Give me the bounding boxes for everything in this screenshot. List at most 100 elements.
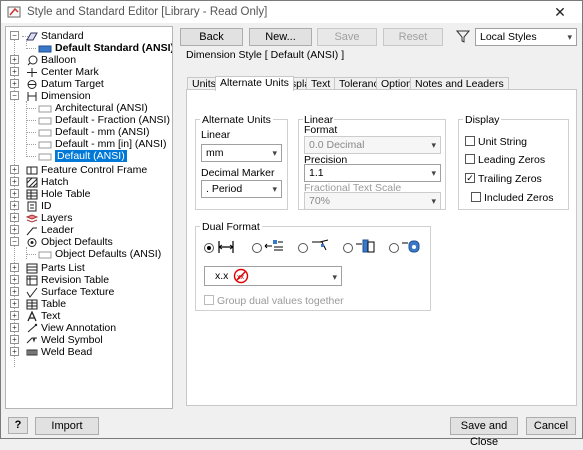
expand-icon[interactable]: + xyxy=(10,347,19,356)
tree-label: Hatch xyxy=(41,176,69,188)
expand-icon[interactable]: + xyxy=(10,79,19,88)
dimension-rounded-icon xyxy=(401,238,421,254)
tree-item-dim-child[interactable]: Architectural (ANSI) xyxy=(22,102,148,114)
filter-icon[interactable] xyxy=(456,30,470,43)
tree-label: Dimension xyxy=(41,90,91,102)
collapse-icon[interactable]: − xyxy=(10,237,19,246)
tree-item-layers[interactable]: + Layers xyxy=(8,212,73,224)
expand-icon[interactable]: + xyxy=(10,311,19,320)
tree-item-datum-target[interactable]: + Datum Target xyxy=(8,78,104,90)
cancel-button[interactable]: Cancel xyxy=(526,417,576,435)
tree-item-hatch[interactable]: + Hatch xyxy=(8,176,68,188)
collapse-icon[interactable]: − xyxy=(10,91,19,100)
tab-alternate-units[interactable]: Alternate Units xyxy=(215,76,294,91)
expand-icon[interactable]: + xyxy=(10,55,19,64)
tree-item-surface-texture[interactable]: + Surface Texture xyxy=(8,286,114,298)
expand-icon[interactable]: + xyxy=(10,225,19,234)
window-title: Style and Standard Editor [Library - Rea… xyxy=(27,6,268,18)
expand-icon[interactable]: + xyxy=(10,323,19,332)
tree-label: Text xyxy=(41,310,61,322)
dual-format-radio-5[interactable] xyxy=(389,243,399,253)
import-button[interactable]: Import xyxy=(35,417,99,435)
expand-icon[interactable]: + xyxy=(10,287,19,296)
expand-icon[interactable]: + xyxy=(10,263,19,272)
expand-icon[interactable]: + xyxy=(10,67,19,76)
tree-item-parts-list[interactable]: + Parts List xyxy=(8,262,85,274)
tree-label: ID xyxy=(41,200,52,212)
tree-item-dim-child[interactable]: Default - Fraction (ANSI) xyxy=(22,114,170,126)
tree-item-balloon[interactable]: + Balloon xyxy=(8,54,76,66)
expand-icon[interactable]: + xyxy=(10,189,19,198)
tree-item-dimension[interactable]: − Dimension xyxy=(8,90,91,102)
format-select[interactable]: 0.0 Decimal ▾ xyxy=(304,136,441,154)
fractional-scale-select[interactable]: 70% ▾ xyxy=(304,192,441,210)
tree-item-dim-child[interactable]: Default - mm [in] (ANSI) xyxy=(22,138,166,150)
trailing-zeros-checkbox[interactable]: ✓ xyxy=(465,173,475,183)
object-defaults-icon xyxy=(26,237,38,248)
tree-label: Hole Table xyxy=(41,188,91,200)
tree-label: Default Standard (ANSI) xyxy=(55,42,173,54)
tree-item-view-annotation[interactable]: + View Annotation xyxy=(8,322,116,334)
tree-item-revision-table[interactable]: + Revision Table xyxy=(8,274,109,286)
save-button[interactable]: Save xyxy=(317,28,377,46)
group-dual-checkbox[interactable] xyxy=(204,295,214,305)
tree-label: Standard xyxy=(41,30,84,42)
close-icon[interactable]: ✕ xyxy=(538,1,582,23)
tree-label-selected: Default (ANSI) xyxy=(55,150,127,162)
tree-item-hole-table[interactable]: + Hole Table xyxy=(8,188,90,200)
style-tree[interactable]: − Standard Default Standard (ANSI) + Bal… xyxy=(5,26,173,409)
tree-item-weld-symbol[interactable]: + Weld Symbol xyxy=(8,334,103,346)
expand-icon[interactable]: + xyxy=(10,299,19,308)
unit-string-checkbox[interactable] xyxy=(465,136,475,146)
tree-label: Center Mark xyxy=(41,66,99,78)
tree-item-text[interactable]: + Text xyxy=(8,310,60,322)
included-zeros-label: Included Zeros xyxy=(484,192,554,204)
tree-item-standard[interactable]: − Standard xyxy=(8,30,84,42)
included-zeros-checkbox[interactable] xyxy=(471,192,481,202)
dual-format-select[interactable]: x.x xx ▾ xyxy=(204,266,342,286)
tree-item-leader[interactable]: + Leader xyxy=(8,224,74,236)
expand-icon[interactable]: + xyxy=(10,335,19,344)
tree-item-id[interactable]: + ID xyxy=(8,200,52,212)
expand-icon[interactable]: + xyxy=(10,201,19,210)
expand-icon[interactable]: + xyxy=(10,177,19,186)
chevron-down-icon: ▾ xyxy=(272,148,277,158)
dual-format-radio-1[interactable] xyxy=(204,243,214,253)
tree-item-object-defaults[interactable]: − Object Defaults xyxy=(8,236,113,248)
expand-icon[interactable]: + xyxy=(10,213,19,222)
reset-button[interactable]: Reset xyxy=(383,28,443,46)
tree-item-dim-default-selected[interactable]: Default (ANSI) xyxy=(22,150,127,162)
collapse-icon[interactable]: − xyxy=(10,31,19,40)
save-and-close-button[interactable]: Save and Close xyxy=(450,417,518,448)
app-icon xyxy=(7,5,21,19)
decimal-marker-select[interactable]: . Period ▾ xyxy=(201,180,282,198)
precision-select[interactable]: 1.1 ▾ xyxy=(304,164,441,182)
dual-format-radio-3[interactable] xyxy=(298,243,308,253)
dual-format-value: x.x xyxy=(215,270,229,282)
expand-icon[interactable]: + xyxy=(10,275,19,284)
linear-unit-select[interactable]: mm ▾ xyxy=(201,144,282,162)
tree-item-feature-control-frame[interactable]: + Feature Control Frame xyxy=(8,164,147,176)
revision-table-icon xyxy=(26,275,38,286)
help-button[interactable]: ? xyxy=(8,417,28,434)
style-filter-select[interactable]: Local Styles ▾ xyxy=(475,28,577,46)
group-dual-label: Group dual values together xyxy=(217,295,344,307)
tree-label: Leader xyxy=(41,224,74,236)
precision-value: 1.1 xyxy=(309,167,324,179)
display-group-label: Display xyxy=(463,114,502,126)
expand-icon[interactable]: + xyxy=(10,165,19,174)
back-button[interactable]: Back xyxy=(180,28,243,46)
tree-item-dim-child[interactable]: Default - mm (ANSI) xyxy=(22,126,150,138)
dual-format-radio-2[interactable] xyxy=(252,243,262,253)
dual-format-radio-4[interactable] xyxy=(343,243,353,253)
tree-item-object-defaults-child[interactable]: Object Defaults (ANSI) xyxy=(22,248,161,260)
view-annotation-icon xyxy=(26,323,38,334)
tree-label: Layers xyxy=(41,212,73,224)
tree-item-default-standard[interactable]: Default Standard (ANSI) xyxy=(22,42,173,54)
new-button[interactable]: New... xyxy=(249,28,312,46)
leading-zeros-checkbox[interactable] xyxy=(465,154,475,164)
dimension-stacked-icon xyxy=(264,238,284,254)
tree-item-weld-bead[interactable]: + Weld Bead xyxy=(8,346,92,358)
tree-item-center-mark[interactable]: + Center Mark xyxy=(8,66,99,78)
tree-item-table[interactable]: + Table xyxy=(8,298,66,310)
